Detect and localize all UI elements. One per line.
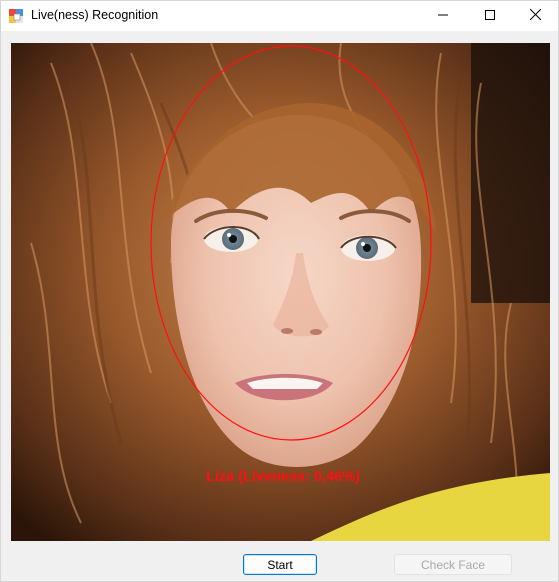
close-icon bbox=[529, 7, 541, 25]
start-button[interactable]: Start bbox=[243, 554, 317, 575]
camera-frame-image bbox=[11, 43, 550, 541]
check-face-button[interactable]: Check Face bbox=[394, 554, 512, 575]
window-title: Live(ness) Recognition bbox=[31, 8, 159, 22]
title-bar[interactable]: Live(ness) Recognition bbox=[1, 1, 558, 31]
face-recognition-label: Liza (Liveness: 0,46%) bbox=[206, 469, 360, 485]
maximize-icon bbox=[485, 7, 495, 25]
minimize-icon bbox=[438, 7, 448, 25]
minimize-button[interactable] bbox=[420, 1, 466, 31]
close-button[interactable] bbox=[512, 1, 558, 31]
main-window: Live(ness) Recognition Liza (Liveness: 0… bbox=[0, 0, 559, 582]
app-icon bbox=[9, 9, 23, 23]
camera-feed: Liza (Liveness: 0,46%) bbox=[11, 43, 550, 541]
maximize-button[interactable] bbox=[467, 1, 513, 31]
